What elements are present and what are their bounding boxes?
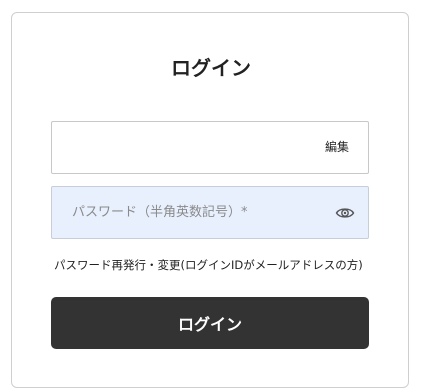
password-input[interactable]: [52, 187, 312, 238]
page-title: ログイン: [171, 56, 251, 80]
login-id-input[interactable]: [52, 122, 312, 173]
eye-icon[interactable]: [335, 203, 355, 223]
edit-link[interactable]: 編集: [325, 139, 349, 155]
login-id-field[interactable]: 編集: [51, 121, 369, 174]
password-field[interactable]: [51, 186, 369, 239]
forgot-password-link[interactable]: パスワード再発行・変更(ログインIDがメールアドレスの方): [54, 257, 374, 273]
login-button[interactable]: ログイン: [51, 297, 369, 349]
